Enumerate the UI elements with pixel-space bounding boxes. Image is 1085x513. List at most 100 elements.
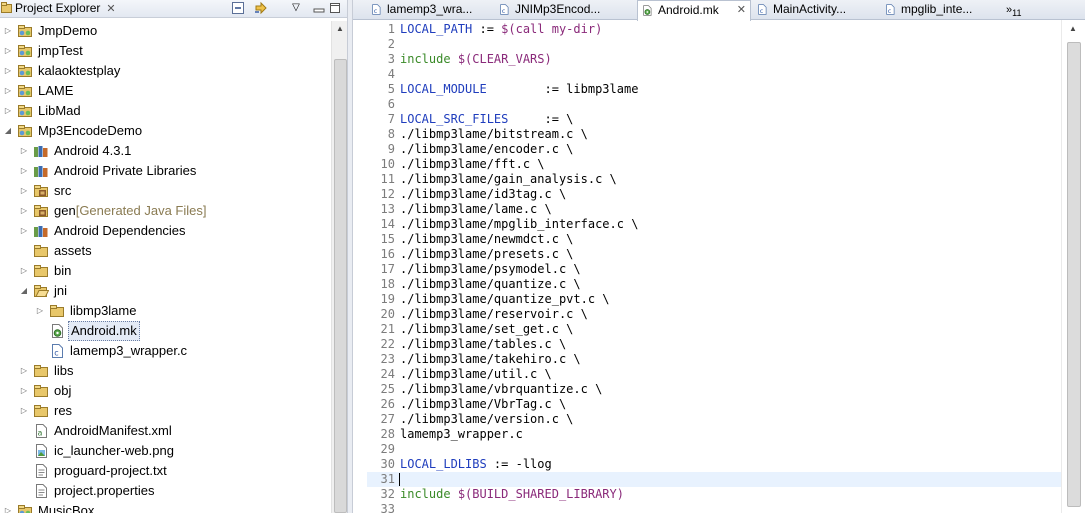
tab-lamemp3-wrapper[interactable]: c lamemp3_wra... — [367, 0, 495, 19]
editor-scroll-thumb[interactable] — [1067, 42, 1081, 507]
expand-arrow-icon[interactable]: ▷ — [35, 301, 45, 321]
expand-arrow-icon[interactable]: ▷ — [3, 41, 13, 61]
code-line[interactable]: 26 ./libmp3lame/VbrTag.c \ — [367, 397, 1061, 412]
node-res[interactable]: ▷ res — [0, 401, 331, 421]
tab-mainactivity[interactable]: c MainActivity... — [753, 0, 881, 19]
node-assets[interactable]: assets — [0, 241, 331, 261]
expand-arrow-icon[interactable]: ▷ — [19, 261, 29, 281]
node-project-properties[interactable]: project.properties — [0, 481, 331, 501]
text-file-icon — [36, 484, 47, 498]
node-bin[interactable]: ▷ bin — [0, 261, 331, 281]
code-line[interactable]: 8 ./libmp3lame/bitstream.c \ — [367, 127, 1061, 142]
code-line[interactable]: 17 ./libmp3lame/psymodel.c \ — [367, 262, 1061, 277]
expand-arrow-icon[interactable]: ▷ — [19, 201, 29, 221]
collapse-arrow-icon[interactable]: ◢ — [19, 281, 29, 301]
code-line[interactable]: 10 ./libmp3lame/fft.c \ — [367, 157, 1061, 172]
minimize-icon[interactable] — [312, 1, 326, 15]
project-jmpdemo[interactable]: ▷ JmpDemo — [0, 21, 331, 41]
node-lamemp3-wrapper[interactable]: c lamemp3_wrapper.c — [0, 341, 331, 361]
expand-arrow-icon[interactable]: ▷ — [3, 21, 13, 41]
expand-arrow-icon[interactable]: ▷ — [19, 161, 29, 181]
code-line[interactable]: 5 LOCAL_MODULE := libmp3lame — [367, 82, 1061, 97]
code-line[interactable]: 15 ./libmp3lame/newmdct.c \ — [367, 232, 1061, 247]
tab-jnimp3encode[interactable]: c JNIMp3Encod... — [495, 0, 637, 19]
tab-mpglib-interface[interactable]: c mpglib_inte... — [881, 0, 1003, 19]
project-kalaoktestplay[interactable]: ▷ kalaoktestplay — [0, 61, 331, 81]
scroll-up-icon[interactable]: ▲ — [1065, 22, 1081, 36]
code-line[interactable]: 19 ./libmp3lame/quantize_pvt.c \ — [367, 292, 1061, 307]
expand-arrow-icon[interactable]: ▷ — [3, 501, 13, 513]
project-lame[interactable]: ▷ LAME — [0, 81, 331, 101]
code-line[interactable]: 29 — [367, 442, 1061, 457]
expand-arrow-icon[interactable]: ▷ — [19, 181, 29, 201]
code-line[interactable]: 32 include $(BUILD_SHARED_LIBRARY) — [367, 487, 1061, 502]
code-line[interactable]: 6 — [367, 97, 1061, 112]
code-line[interactable]: 31 — [367, 472, 1061, 487]
line-number: 20 — [380, 307, 395, 321]
expand-arrow-icon[interactable]: ▷ — [19, 401, 29, 421]
node-manifest[interactable]: a AndroidManifest.xml — [0, 421, 331, 441]
code-line[interactable]: 12 ./libmp3lame/id3tag.c \ — [367, 187, 1061, 202]
editor-scrollbar[interactable]: ▲ — [1061, 20, 1085, 513]
expand-arrow-icon[interactable]: ▷ — [19, 141, 29, 161]
expand-arrow-icon[interactable]: ▷ — [19, 381, 29, 401]
project-musicbox[interactable]: ▷ MusicBox — [0, 501, 331, 513]
code-line[interactable]: 24 ./libmp3lame/util.c \ — [367, 367, 1061, 382]
code-line[interactable]: 3 include $(CLEAR_VARS) — [367, 52, 1061, 67]
node-obj[interactable]: ▷ obj — [0, 381, 331, 401]
code-line[interactable]: 28 lamemp3_wrapper.c — [367, 427, 1061, 442]
project-explorer-tab[interactable]: Project Explorer ✕ — [0, 0, 116, 17]
code-line[interactable]: 1 LOCAL_PATH := $(call my-dir) — [367, 22, 1061, 37]
expand-arrow-icon[interactable]: ▷ — [19, 361, 29, 381]
node-launcher-png[interactable]: ic_launcher-web.png — [0, 441, 331, 461]
code-line[interactable]: 18 ./libmp3lame/quantize.c \ — [367, 277, 1061, 292]
code-line[interactable]: 33 — [367, 502, 1061, 513]
close-icon[interactable]: ✕ — [106, 3, 115, 15]
node-libs[interactable]: ▷ libs — [0, 361, 331, 381]
close-tab-icon[interactable]: ✕ — [737, 1, 746, 19]
node-libmp3lame[interactable]: ▷ libmp3lame — [0, 301, 331, 321]
explorer-scrollbar[interactable]: ▲ — [331, 21, 347, 513]
collapse-all-icon[interactable] — [231, 1, 245, 15]
code-line[interactable]: 23 ./libmp3lame/takehiro.c \ — [367, 352, 1061, 367]
expand-arrow-icon[interactable]: ▷ — [3, 101, 13, 121]
code-line[interactable]: 11 ./libmp3lame/gain_analysis.c \ — [367, 172, 1061, 187]
scroll-up-icon[interactable]: ▲ — [332, 21, 347, 37]
code-line[interactable]: 30 LOCAL_LDLIBS := -llog — [367, 457, 1061, 472]
expand-arrow-icon[interactable]: ▷ — [3, 61, 13, 81]
expand-arrow-icon[interactable]: ▷ — [3, 81, 13, 101]
tab-overflow[interactable]: »11 — [1006, 1, 1021, 19]
node-android-dependencies[interactable]: ▷ Android Dependencies — [0, 221, 331, 241]
code-line[interactable]: 16 ./libmp3lame/presets.c \ — [367, 247, 1061, 262]
node-proguard[interactable]: proguard-project.txt — [0, 461, 331, 481]
project-libmad[interactable]: ▷ LibMad — [0, 101, 331, 121]
code-line[interactable]: 9 ./libmp3lame/encoder.c \ — [367, 142, 1061, 157]
code-line[interactable]: 4 — [367, 67, 1061, 82]
editor-text[interactable]: 1 LOCAL_PATH := $(call my-dir) 2 3 include $… — [367, 20, 1061, 513]
node-src[interactable]: ▷ src — [0, 181, 331, 201]
project-mp3encodedemo[interactable]: ◢ Mp3EncodeDemo — [0, 121, 331, 141]
code-line[interactable]: 25 ./libmp3lame/vbrquantize.c \ — [367, 382, 1061, 397]
code-line[interactable]: 7 LOCAL_SRC_FILES := \ — [367, 112, 1061, 127]
node-private-libraries[interactable]: ▷ Android Private Libraries — [0, 161, 331, 181]
code-line[interactable]: 13 ./libmp3lame/lame.c \ — [367, 202, 1061, 217]
code-line[interactable]: 14 ./libmp3lame/mpglib_interface.c \ — [367, 217, 1061, 232]
node-gen[interactable]: ▷ gen[Generated Java Files] — [0, 201, 331, 221]
expand-arrow-icon[interactable]: ▷ — [19, 221, 29, 241]
code-line[interactable]: 22 ./libmp3lame/tables.c \ — [367, 337, 1061, 352]
node-jni[interactable]: ◢ jni — [0, 281, 331, 301]
tab-android-mk[interactable]: Android.mk ✕ — [637, 0, 751, 21]
view-menu-icon[interactable]: ▽ — [290, 2, 302, 14]
node-android-mk[interactable]: Android.mk — [0, 321, 331, 341]
maximize-icon[interactable] — [328, 1, 342, 15]
node-android-sdk[interactable]: ▷ Android 4.3.1 — [0, 141, 331, 161]
project-jmptest[interactable]: ▷ jmpTest — [0, 41, 331, 61]
collapse-arrow-icon[interactable]: ◢ — [3, 121, 13, 141]
code-line[interactable]: 20 ./libmp3lame/reservoir.c \ — [367, 307, 1061, 322]
explorer-scroll-thumb[interactable] — [334, 59, 347, 513]
code-line[interactable]: 27 ./libmp3lame/version.c \ — [367, 412, 1061, 427]
code-text: ./libmp3lame/newmdct.c \ — [400, 232, 574, 246]
code-line[interactable]: 2 — [367, 37, 1061, 52]
link-with-editor-icon[interactable] — [253, 0, 269, 16]
code-line[interactable]: 21 ./libmp3lame/set_get.c \ — [367, 322, 1061, 337]
